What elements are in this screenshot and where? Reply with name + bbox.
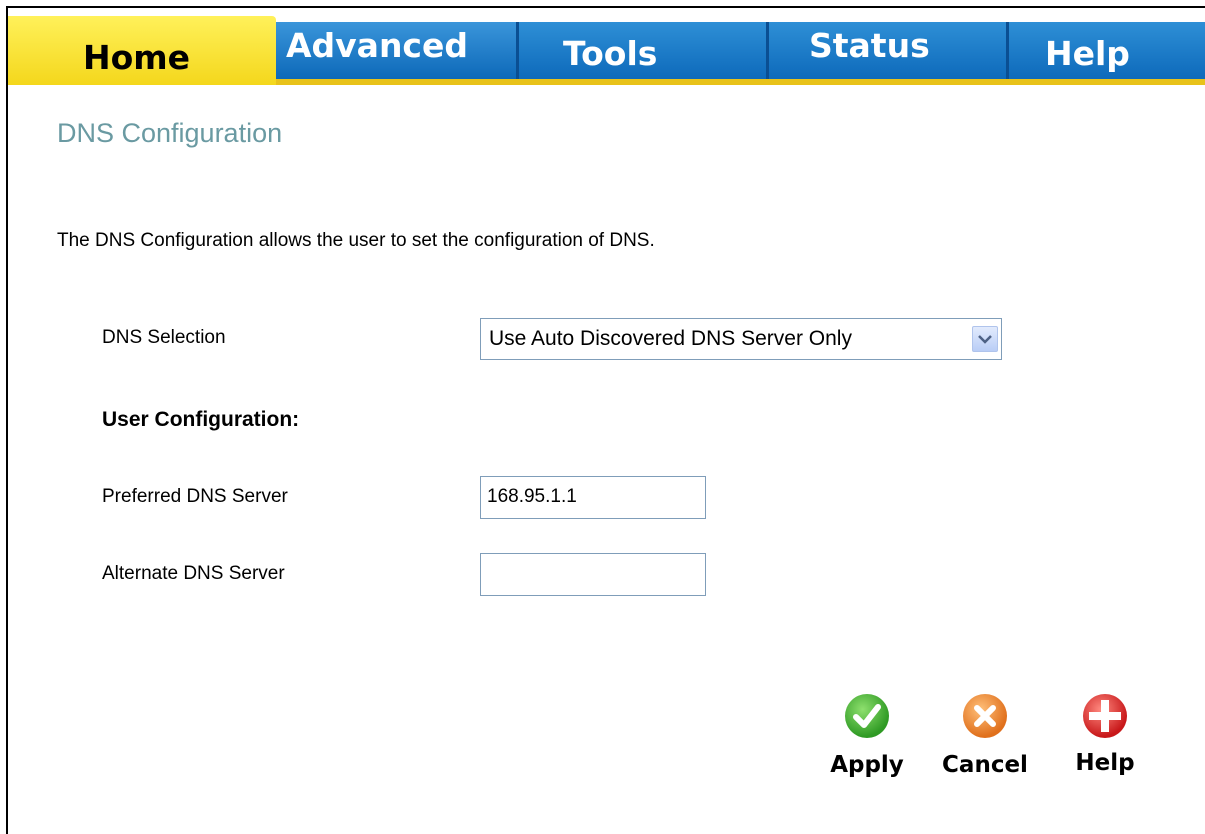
tab-tools-label: Tools [563, 34, 658, 73]
tab-tools[interactable]: Tools [516, 22, 766, 79]
tab-status[interactable]: Status [766, 22, 1006, 79]
chevron-down-icon [978, 335, 992, 344]
user-configuration-heading: User Configuration: [102, 408, 300, 431]
dns-selection-label: DNS Selection [102, 327, 226, 348]
tab-status-label: Status [809, 26, 930, 65]
preferred-dns-label: Preferred DNS Server [102, 486, 288, 507]
cancel-label: Cancel [942, 752, 1028, 778]
tab-bar: Home Advanced Tools Status Help [8, 8, 1205, 85]
tab-help-label: Help [1045, 34, 1130, 73]
apply-label: Apply [830, 752, 904, 778]
x-icon [963, 694, 1007, 738]
cancel-button[interactable]: Cancel [940, 694, 1030, 778]
help-button[interactable]: Help [1060, 694, 1150, 776]
dropdown-button[interactable] [972, 326, 998, 352]
help-label: Help [1075, 750, 1135, 776]
alternate-dns-input[interactable] [480, 553, 706, 596]
page-title: DNS Configuration [57, 118, 283, 148]
tab-advanced-label: Advanced [286, 26, 468, 65]
alternate-dns-label: Alternate DNS Server [102, 563, 285, 584]
dns-selection-select[interactable]: Use Auto Discovered DNS Server Only [480, 318, 1002, 360]
page-description: The DNS Configuration allows the user to… [57, 230, 655, 251]
tab-home[interactable]: Home [8, 16, 276, 85]
tab-advanced[interactable]: Advanced [276, 22, 516, 79]
plus-icon [1083, 694, 1127, 738]
tab-home-label: Home [83, 38, 191, 77]
tab-help[interactable]: Help [1006, 22, 1205, 79]
preferred-dns-input[interactable]: 168.95.1.1 [480, 476, 706, 519]
check-icon [845, 694, 889, 738]
apply-button[interactable]: Apply [822, 694, 912, 778]
dns-selection-value: Use Auto Discovered DNS Server Only [489, 327, 852, 350]
